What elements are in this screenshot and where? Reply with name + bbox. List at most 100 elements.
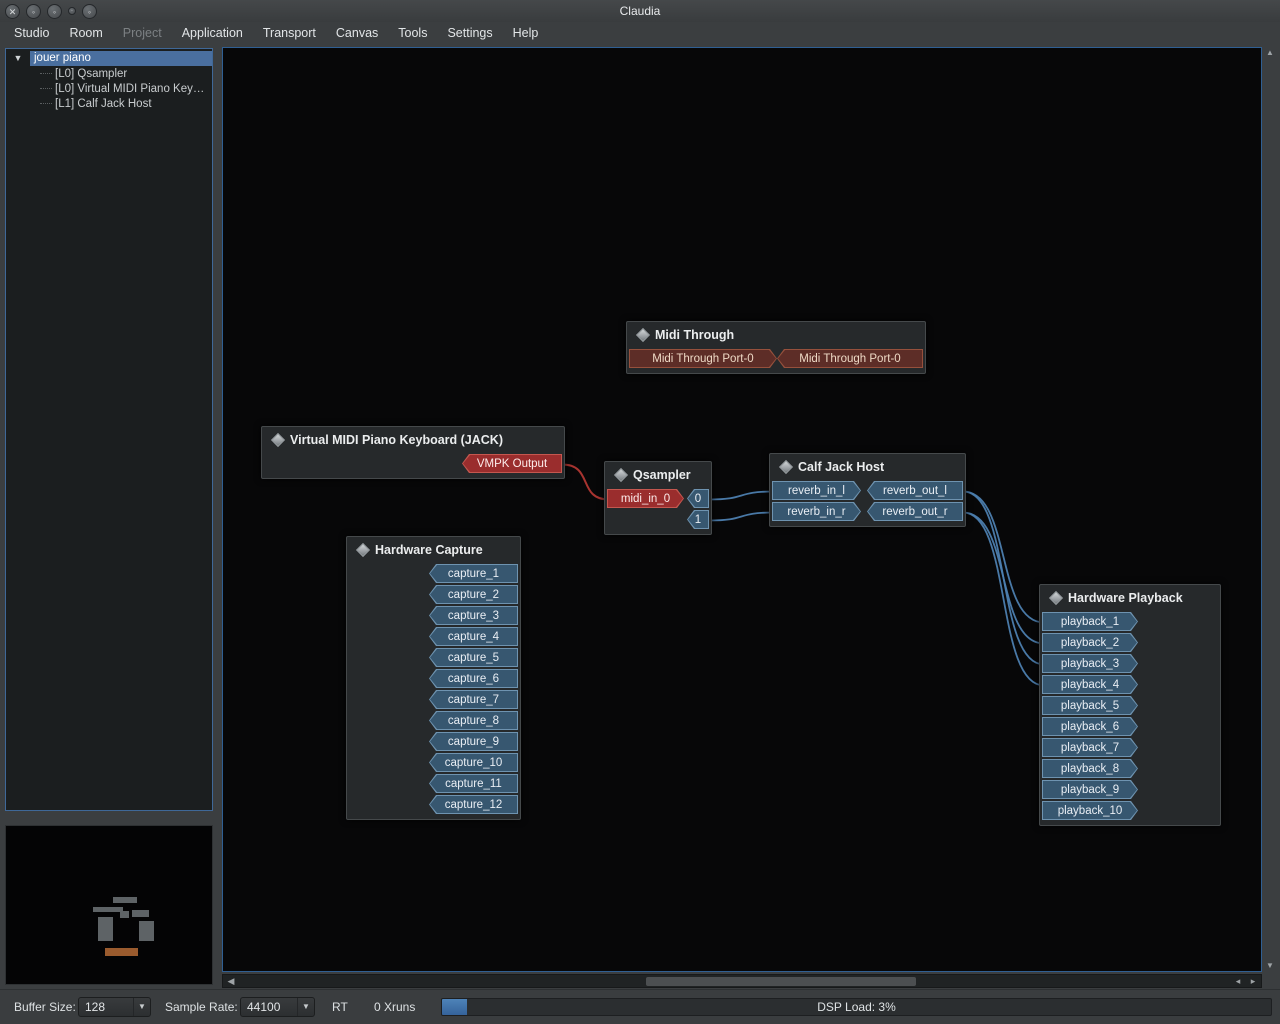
port-label: 0 (695, 490, 701, 508)
tree-item-2[interactable]: [L1] Calf Jack Host (6, 96, 212, 111)
node-ports: midi_in_0 0 1 (605, 487, 711, 534)
node-title-text: Virtual MIDI Piano Keyboard (JACK) (290, 433, 503, 447)
port-capture_12[interactable]: capture_12 (429, 795, 518, 814)
port-capture_9[interactable]: capture_9 (429, 732, 518, 751)
node-midi-through[interactable]: Midi Through Midi Through Port-0Midi Thro… (626, 321, 926, 374)
port-capture_6[interactable]: capture_6 (429, 669, 518, 688)
titlebar-indicator-dot[interactable]: · (68, 7, 76, 15)
menu-tools[interactable]: Tools (388, 23, 437, 43)
tree-item-1[interactable]: [L0] Virtual MIDI Piano Key… (6, 81, 212, 96)
patchbay-canvas[interactable]: Midi Through Midi Through Port-0Midi Thro… (222, 47, 1262, 972)
port-label: reverb_in_l (788, 482, 845, 500)
port-playback_7[interactable]: playback_7 (1042, 738, 1138, 757)
tree-item-0[interactable]: [L0] Qsampler (6, 66, 212, 81)
menu-settings[interactable]: Settings (437, 23, 502, 43)
close-button[interactable]: ✕ (5, 4, 20, 19)
buffer-size-select[interactable]: 128 ▼ (78, 997, 151, 1017)
ladish-diamond-icon (356, 542, 370, 556)
port-capture_3[interactable]: capture_3 (429, 606, 518, 625)
port-capture_2[interactable]: capture_2 (429, 585, 518, 604)
port-0[interactable]: 0 (687, 489, 709, 508)
port-capture_4[interactable]: capture_4 (429, 627, 518, 646)
port-reverb_out_l[interactable]: reverb_out_l (867, 481, 963, 500)
port-playback_1[interactable]: playback_1 (1042, 612, 1138, 631)
node-calf[interactable]: Calf Jack Hostreverb_in_lreverb_out_lrev… (769, 453, 966, 527)
connection-wire (562, 465, 609, 500)
port-midi_in_0[interactable]: midi_in_0 (607, 489, 684, 508)
port-label: playback_9 (1061, 781, 1119, 799)
port-label: playback_2 (1061, 634, 1119, 652)
port-Midi Through Port-0[interactable]: Midi Through Port-0 (777, 349, 923, 368)
node-title: Hardware Capture (347, 537, 520, 562)
sample-rate-label: Sample Rate: (165, 1000, 238, 1014)
port-capture_8[interactable]: capture_8 (429, 711, 518, 730)
canvas-minimap[interactable] (5, 825, 213, 985)
node-vmpk[interactable]: Virtual MIDI Piano Keyboard (JACK) VMPK O… (261, 426, 565, 479)
port-playback_9[interactable]: playback_9 (1042, 780, 1138, 799)
port-reverb_in_r[interactable]: reverb_in_r (772, 502, 861, 521)
titlebar[interactable]: ✕ ◦ ◦ · ◦ Claudia (0, 0, 1280, 22)
port-capture_1[interactable]: capture_1 (429, 564, 518, 583)
port-playback_3[interactable]: playback_3 (1042, 654, 1138, 673)
port-row: capture_2 (347, 584, 520, 605)
studio-sidebar: ▼ jouer piano [L0] Qsampler[L0] Virtual … (0, 44, 218, 990)
port-capture_5[interactable]: capture_5 (429, 648, 518, 667)
tree-item-studio-root[interactable]: ▼ jouer piano (6, 50, 212, 66)
port-1[interactable]: 1 (687, 510, 709, 529)
connection-wire (963, 492, 1044, 623)
menu-project: Project (113, 23, 172, 43)
menu-application[interactable]: Application (172, 23, 253, 43)
dsp-load-text: DSP Load: 3% (442, 999, 1271, 1015)
scroll-left-2-icon[interactable]: ◂ (1231, 975, 1245, 987)
menu-transport[interactable]: Transport (253, 23, 326, 43)
port-capture_7[interactable]: capture_7 (429, 690, 518, 709)
minimap-node (105, 948, 138, 956)
port-capture_10[interactable]: capture_10 (429, 753, 518, 772)
port-playback_2[interactable]: playback_2 (1042, 633, 1138, 652)
titlebar-button-1[interactable]: ◦ (26, 4, 41, 19)
menu-room[interactable]: Room (59, 23, 112, 43)
port-playback_6[interactable]: playback_6 (1042, 717, 1138, 736)
port-label: playback_3 (1061, 655, 1119, 673)
port-Midi Through Port-0[interactable]: Midi Through Port-0 (629, 349, 777, 368)
port-row: capture_6 (347, 668, 520, 689)
port-reverb_in_l[interactable]: reverb_in_l (772, 481, 861, 500)
port-reverb_out_r[interactable]: reverb_out_r (867, 502, 963, 521)
minimap-node (93, 907, 123, 912)
sample-rate-select[interactable]: 44100 ▼ (240, 997, 315, 1017)
tree-expander-icon[interactable]: ▼ (6, 53, 30, 63)
buffer-size-label: Buffer Size: (14, 1000, 76, 1014)
node-title-text: Midi Through (655, 328, 734, 342)
minimap-node (98, 917, 113, 941)
horizontal-scrollbar-handle[interactable] (646, 977, 916, 986)
studio-tree-panel[interactable]: ▼ jouer piano [L0] Qsampler[L0] Virtual … (5, 48, 213, 811)
menu-help[interactable]: Help (503, 23, 549, 43)
chevron-down-icon: ▼ (133, 998, 150, 1016)
port-playback_8[interactable]: playback_8 (1042, 759, 1138, 778)
menu-canvas[interactable]: Canvas (326, 23, 388, 43)
node-hw-capture[interactable]: Hardware Capture capture_1 capture_2captur… (346, 536, 521, 820)
scroll-left-icon[interactable]: ◀ (224, 975, 238, 987)
node-hw-playback[interactable]: Hardware Playbackplayback_1playback_2pla… (1039, 584, 1221, 826)
menu-studio[interactable]: Studio (4, 23, 59, 43)
node-title-text: Hardware Capture (375, 543, 483, 557)
port-playback_4[interactable]: playback_4 (1042, 675, 1138, 694)
ladish-diamond-icon (614, 467, 628, 481)
port-label: capture_4 (448, 628, 499, 646)
port-VMPK Output[interactable]: VMPK Output (462, 454, 562, 473)
tree-root-label[interactable]: jouer piano (30, 51, 212, 66)
window-title: Claudia (0, 4, 1280, 18)
port-playback_10[interactable]: playback_10 (1042, 801, 1138, 820)
minimap-node (120, 911, 129, 918)
port-label: capture_7 (448, 691, 499, 709)
port-row: capture_5 (347, 647, 520, 668)
port-playback_5[interactable]: playback_5 (1042, 696, 1138, 715)
titlebar-button-2[interactable]: ◦ (47, 4, 62, 19)
port-label: playback_10 (1058, 802, 1123, 820)
scroll-right-icon[interactable]: ▸ (1246, 975, 1260, 987)
scroll-up-icon[interactable]: ▲ (1264, 47, 1276, 59)
port-capture_11[interactable]: capture_11 (429, 774, 518, 793)
titlebar-button-3[interactable]: ◦ (82, 4, 97, 19)
scroll-down-icon[interactable]: ▼ (1264, 960, 1276, 972)
node-qsampler[interactable]: Qsamplermidi_in_001 (604, 461, 712, 535)
